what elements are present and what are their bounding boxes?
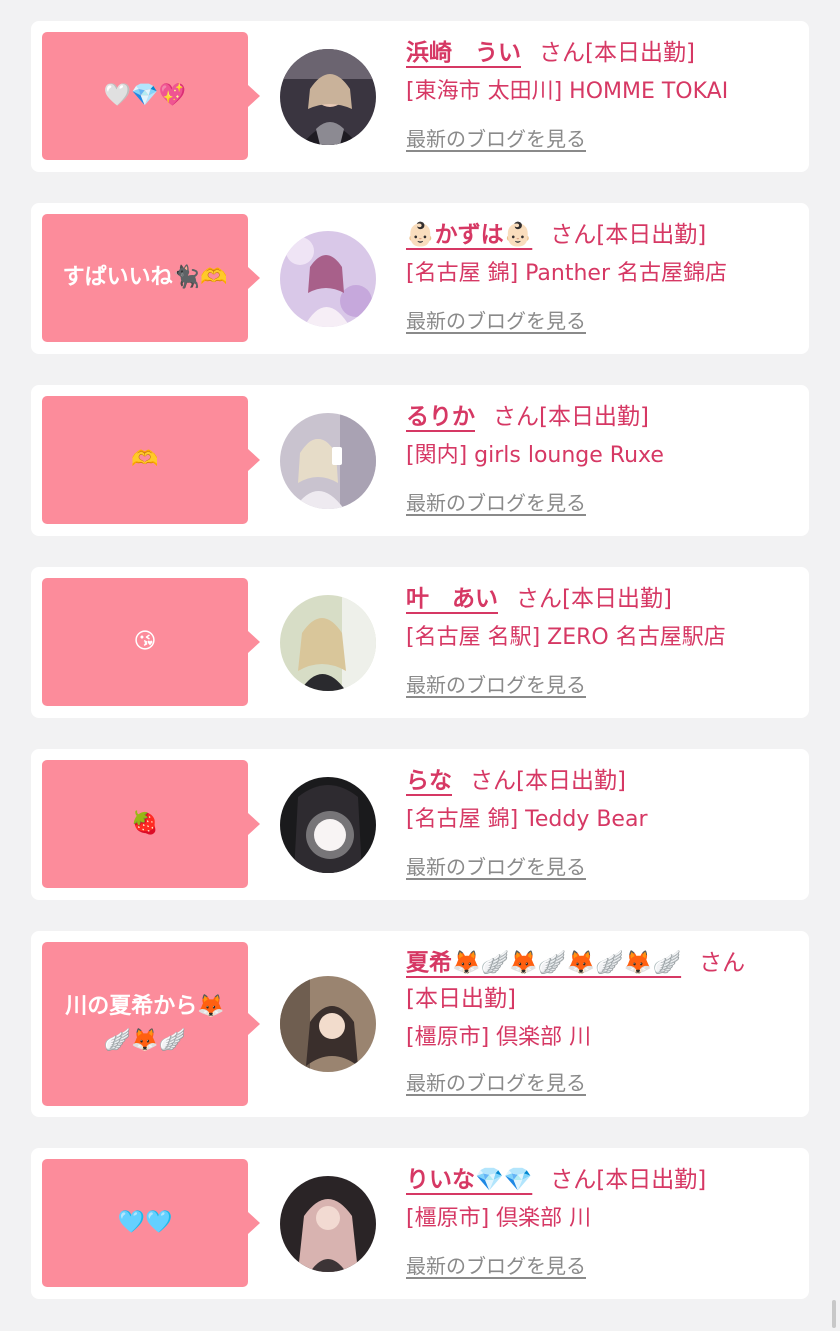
girl-info: りいな💎💎 さん[本日出勤] [橿原市] 倶楽部 川 最新のブログを見る (406, 1159, 796, 1279)
girl-info: 👶🏻かずは👶🏻 さん[本日出勤] [名古屋 錦] Panther 名古屋錦店 最新… (406, 214, 796, 334)
girl-info: 夏希🦊🪽🦊🪽🦊🪽🦊🪽 さん [本日出勤] [橿原市] 倶楽部 川 最新のブログを見る (406, 942, 796, 1096)
avatar-image (280, 1176, 376, 1272)
shop-label: [関内] girls lounge Ruxe (406, 443, 664, 468)
girl-name-link[interactable]: 夏希🦊🪽🦊🪽🦊🪽🦊🪽 (406, 950, 681, 976)
honorific: さん (470, 768, 516, 794)
shop-label: [名古屋 名駅] ZERO 名古屋駅店 (406, 625, 726, 650)
girl-info: 浜崎 うい さん[本日出勤] [東海市 太田川] HOMME TOKAI 最新のブ… (406, 32, 796, 152)
status-label: [本日出勤] (596, 1167, 707, 1193)
avatar-image (280, 413, 376, 509)
name-line: 👶🏻かずは👶🏻 さん[本日出勤] (406, 217, 796, 253)
blog-card: 川の夏希から🦊🪽🦊🪽 夏希🦊🪽🦊🪽🦊🪽🦊🪽 さん [本日出勤] [橿原市] 倶楽部 … (31, 931, 809, 1117)
latest-blog-link[interactable]: 最新のブログを見る (406, 305, 586, 334)
blog-card: 😘 叶 あい さん[本日出勤] [名古屋 名駅] ZERO 名古屋駅店 最新のブロ… (31, 567, 809, 718)
message-bubble: 🩵🩵 (42, 1159, 260, 1287)
message-bubble: 😘 (42, 578, 260, 706)
latest-blog-link[interactable]: 最新のブログを見る (406, 123, 586, 152)
scrollbar[interactable] (832, 1300, 836, 1328)
name-line: るりか さん[本日出勤] (406, 399, 796, 435)
avatar-image (280, 777, 376, 873)
avatar[interactable] (280, 413, 376, 509)
avatar[interactable] (280, 49, 376, 145)
message-bubble: 🤍💎💖 (42, 32, 260, 160)
avatar[interactable] (280, 976, 376, 1072)
shop-label: [橿原市] 倶楽部 川 (406, 1206, 592, 1231)
name-line: 浜崎 うい さん[本日出勤] (406, 35, 796, 71)
girl-name-link[interactable]: りいな💎💎 (406, 1167, 532, 1193)
shop-label: [橿原市] 倶楽部 川 (406, 1025, 592, 1050)
avatar-image (280, 595, 376, 691)
latest-blog-link[interactable]: 最新のブログを見る (406, 1250, 586, 1279)
girl-name-link[interactable]: らな (406, 768, 452, 794)
girl-info: るりか さん[本日出勤] [関内] girls lounge Ruxe 最新のブロ… (406, 396, 796, 516)
girl-info: らな さん[本日出勤] [名古屋 錦] Teddy Bear 最新のブログを見る (406, 760, 796, 880)
status-label: [本日出勤] (406, 986, 516, 1012)
message-bubble: 🫶 (42, 396, 260, 524)
status-label: [本日出勤] (596, 222, 707, 248)
status-label: [本日出勤] (585, 40, 695, 66)
message-bubble: 川の夏希から🦊🪽🦊🪽 (42, 942, 260, 1106)
honorific: さん (493, 404, 539, 430)
avatar[interactable] (280, 1176, 376, 1272)
girl-name-link[interactable]: 浜崎 うい (406, 40, 521, 66)
blog-card: すぱいいね🐈‍⬛🫶 👶🏻かずは👶🏻 さん[本日出勤] [名古屋 錦] Panthe… (31, 203, 809, 354)
name-line: りいな💎💎 さん[本日出勤] (406, 1162, 796, 1198)
honorific: さん (539, 40, 585, 66)
girl-name-link[interactable]: 👶🏻かずは👶🏻 (406, 222, 532, 248)
status-label: [本日出勤] (562, 586, 672, 612)
status-label: [本日出勤] (539, 404, 649, 430)
message-bubble: 🍓 (42, 760, 260, 888)
name-line: らな さん[本日出勤] (406, 763, 796, 799)
honorific: さん (699, 950, 746, 976)
shop-label: [名古屋 錦] Teddy Bear (406, 807, 648, 832)
message-bubble: すぱいいね🐈‍⬛🫶 (42, 214, 260, 342)
blog-card: 🤍💎💖 浜崎 うい さん[本日出勤] [東海市 太田川] HOMME TOKAI … (31, 21, 809, 172)
latest-blog-link[interactable]: 最新のブログを見る (406, 1067, 586, 1096)
girl-name-link[interactable]: るりか (406, 404, 475, 430)
girl-name-link[interactable]: 叶 あい (406, 586, 498, 612)
avatar-image (280, 231, 376, 327)
latest-blog-link[interactable]: 最新のブログを見る (406, 487, 586, 516)
blog-card: 🫶 るりか さん[本日出勤] [関内] girls lounge Ruxe 最新の… (31, 385, 809, 536)
girl-info: 叶 あい さん[本日出勤] [名古屋 名駅] ZERO 名古屋駅店 最新のブログを… (406, 578, 796, 698)
avatar[interactable] (280, 777, 376, 873)
name-line: 叶 あい さん[本日出勤] (406, 581, 796, 617)
avatar[interactable] (280, 231, 376, 327)
honorific: さん (550, 1167, 597, 1193)
latest-blog-link[interactable]: 最新のブログを見る (406, 669, 586, 698)
latest-blog-link[interactable]: 最新のブログを見る (406, 851, 586, 880)
shop-label: [名古屋 錦] Panther 名古屋錦店 (406, 261, 727, 286)
name-line: 夏希🦊🪽🦊🪽🦊🪽🦊🪽 さん [本日出勤] (406, 945, 796, 1017)
status-label: [本日出勤] (516, 768, 626, 794)
blog-card-list: 🤍💎💖 浜崎 うい さん[本日出勤] [東海市 太田川] HOMME TOKAI … (31, 21, 809, 1330)
honorific: さん (550, 222, 597, 248)
honorific: さん (516, 586, 562, 612)
blog-card: 🍓 らな さん[本日出勤] [名古屋 錦] Teddy Bear 最新のブログを見… (31, 749, 809, 900)
avatar-image (280, 49, 376, 145)
avatar[interactable] (280, 595, 376, 691)
blog-card: 🩵🩵 りいな💎💎 さん[本日出勤] [橿原市] 倶楽部 川 最新のブログを見る (31, 1148, 809, 1299)
shop-label: [東海市 太田川] HOMME TOKAI (406, 79, 729, 104)
avatar-image (280, 976, 376, 1072)
